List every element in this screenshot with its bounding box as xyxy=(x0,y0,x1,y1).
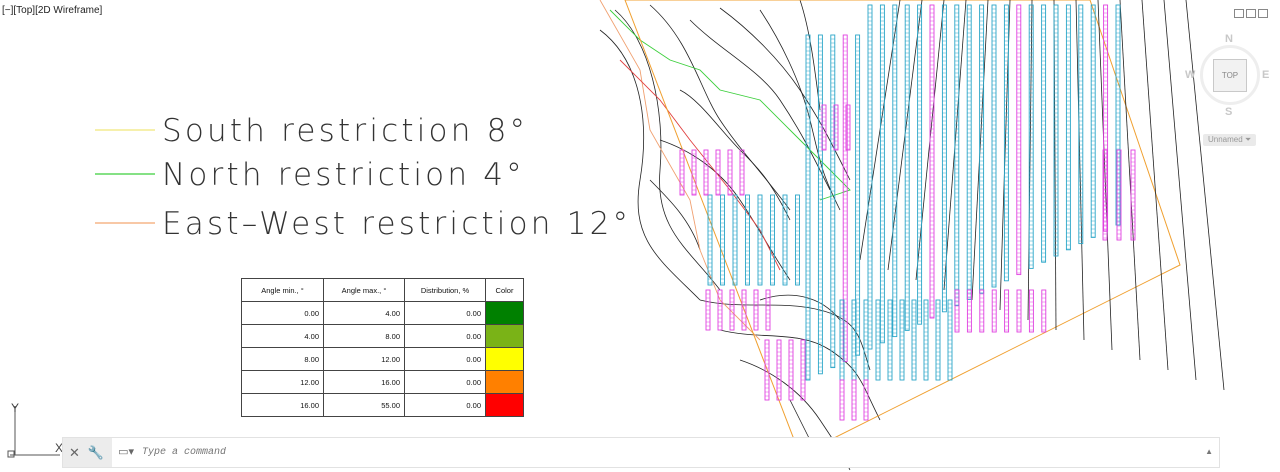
table-row: 16.00 55.00 0.00 xyxy=(241,393,524,417)
restriction-legend: South restriction 8° North restriction 4°… xyxy=(95,113,631,242)
legend-label-3: East–West restriction 12° xyxy=(162,206,631,242)
panel-row xyxy=(770,194,775,286)
close-icon[interactable] xyxy=(1258,9,1268,18)
cell-angle-min: 0.00 xyxy=(241,301,324,325)
cell-color xyxy=(485,301,524,325)
table-row: 0.00 4.00 0.00 xyxy=(241,301,524,325)
panel-row xyxy=(739,149,745,196)
cell-angle-min: 16.00 xyxy=(241,393,324,417)
contour-line xyxy=(689,19,831,191)
panel-row xyxy=(757,194,763,286)
slope-line xyxy=(1141,0,1169,371)
command-input[interactable] xyxy=(140,446,1105,459)
restore-icon[interactable] xyxy=(1246,9,1256,18)
slope-line xyxy=(1097,0,1113,351)
panel-row xyxy=(904,4,910,331)
header-color: Color xyxy=(485,278,524,302)
panel-row xyxy=(703,149,709,196)
panel-row xyxy=(745,194,750,286)
cell-angle-max: 12.00 xyxy=(323,347,405,371)
panel-row xyxy=(795,194,800,286)
panel-row xyxy=(776,339,782,401)
panel-row xyxy=(954,4,960,307)
viewcube-top-face[interactable]: TOP xyxy=(1213,59,1247,92)
cell-distribution: 0.00 xyxy=(404,370,486,394)
cell-color xyxy=(485,393,524,417)
panel-row xyxy=(991,4,997,288)
viewport-label[interactable]: [−][Top][2D Wireframe] xyxy=(2,5,102,16)
cell-distribution: 0.00 xyxy=(404,393,486,417)
panel-row xyxy=(929,4,935,319)
legend-label-2: North restriction 4° xyxy=(162,157,525,193)
model-space-drawing[interactable]: South restriction 8° North restriction 4°… xyxy=(0,0,1280,472)
command-line-buttons: ✕ 🔧 xyxy=(63,438,113,467)
legend-label-1: South restriction 8° xyxy=(162,113,528,149)
panel-row xyxy=(1041,4,1047,263)
contour-line xyxy=(679,89,791,221)
panel-row xyxy=(892,4,898,338)
chevron-down-icon: ⏷ xyxy=(1244,135,1252,144)
contour-line xyxy=(759,9,841,211)
compass-south[interactable]: S xyxy=(1225,106,1232,118)
slope-line xyxy=(1027,0,1033,321)
wcs-menu[interactable]: Unnamed ⏷ xyxy=(1203,134,1257,146)
ucs-y-label: Y xyxy=(11,401,19,415)
header-angle-min: Angle min., ° xyxy=(241,278,324,302)
panel-row xyxy=(1004,289,1010,333)
cell-angle-max: 55.00 xyxy=(323,393,405,417)
slope-line xyxy=(1119,0,1141,361)
panel-row xyxy=(1041,289,1047,333)
command-line: ✕ 🔧 ▭▾ ▲ xyxy=(62,437,1220,468)
command-history-up-icon[interactable]: ▲ xyxy=(1205,447,1213,456)
panel-row xyxy=(732,194,738,286)
angle-distribution-table: Angle min., ° Angle max., ° Distribution… xyxy=(241,278,524,417)
cell-color xyxy=(485,370,524,394)
header-angle-max: Angle max., ° xyxy=(323,278,405,302)
cell-angle-max: 16.00 xyxy=(323,370,405,394)
header-distribution: Distribution, % xyxy=(404,278,486,302)
cell-angle-max: 8.00 xyxy=(323,324,405,348)
panel-row xyxy=(1016,4,1022,276)
close-icon[interactable]: ✕ xyxy=(69,446,80,459)
panel-row xyxy=(979,289,985,333)
cell-color xyxy=(485,324,524,348)
compass-east[interactable]: E xyxy=(1262,69,1269,81)
terrain-contours xyxy=(599,0,881,471)
panel-row xyxy=(991,289,997,333)
panel-row xyxy=(1016,289,1022,333)
panel-row xyxy=(1028,289,1034,333)
minimize-icon[interactable] xyxy=(1234,9,1244,18)
customize-wrench-icon[interactable]: 🔧 xyxy=(88,446,104,459)
cell-distribution: 0.00 xyxy=(404,347,486,371)
contour-line xyxy=(649,179,701,251)
cell-distribution: 0.00 xyxy=(404,301,486,325)
wcs-menu-label: Unnamed xyxy=(1208,135,1243,144)
cell-angle-max: 4.00 xyxy=(323,301,405,325)
panel-row xyxy=(830,34,836,369)
cell-angle-min: 12.00 xyxy=(241,370,324,394)
cell-angle-min: 4.00 xyxy=(241,324,324,348)
viewcube[interactable]: N S E W TOP xyxy=(1180,28,1280,148)
cell-distribution: 0.00 xyxy=(404,324,486,348)
contour-line xyxy=(759,294,841,321)
panel-row xyxy=(800,339,806,401)
panel-row xyxy=(1130,149,1136,241)
table-row: 12.00 16.00 0.00 xyxy=(241,370,524,394)
panel-row xyxy=(782,194,788,286)
compass-north[interactable]: N xyxy=(1225,33,1233,45)
restriction-lines xyxy=(599,0,1225,456)
compass-west[interactable]: W xyxy=(1185,69,1195,81)
ucs-icon: Y X xyxy=(7,401,63,458)
cell-angle-min: 8.00 xyxy=(241,347,324,371)
table-row: 4.00 8.00 0.00 xyxy=(241,324,524,348)
panel-row xyxy=(788,339,794,401)
cell-color xyxy=(485,347,524,371)
viewport-window-controls xyxy=(1234,9,1268,18)
panel-row xyxy=(720,194,725,286)
recent-commands-icon[interactable]: ▭▾ xyxy=(118,447,134,458)
table-row: 8.00 12.00 0.00 xyxy=(241,347,524,371)
panel-row xyxy=(879,4,885,344)
